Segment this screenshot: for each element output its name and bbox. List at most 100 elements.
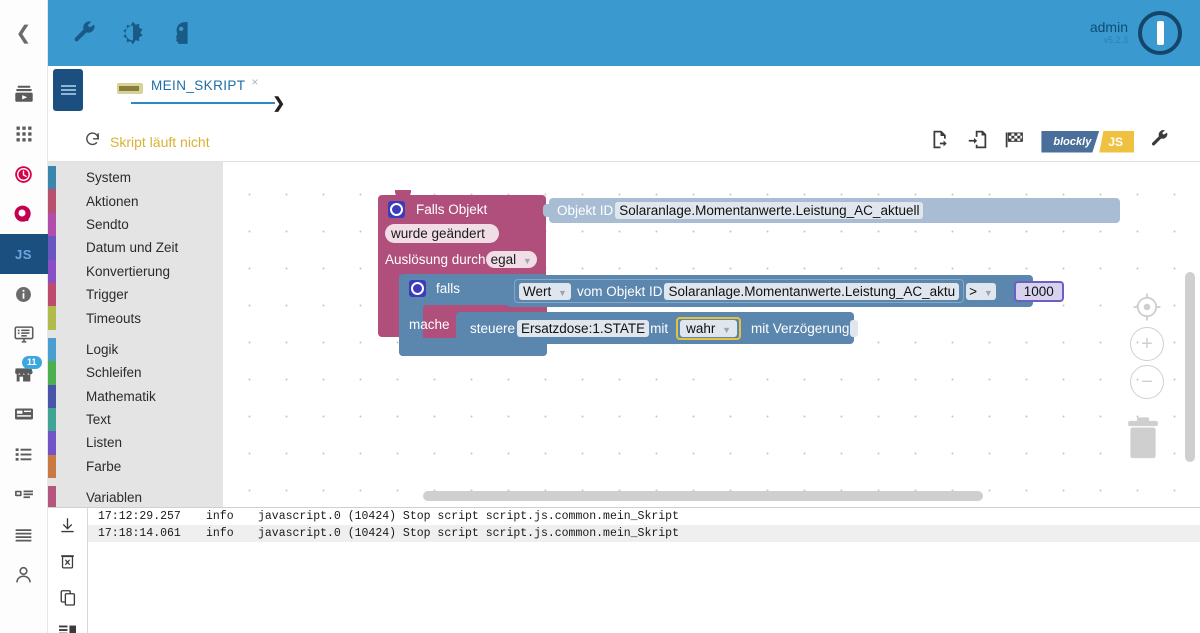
toolbox-category-konvertierung[interactable]: Konvertierung [48, 259, 223, 283]
trigger-block-notch [395, 190, 411, 197]
checkered-flag-icon[interactable] [1004, 129, 1025, 155]
workspace-trash[interactable] [1122, 415, 1164, 466]
sidebar-item-enums[interactable] [0, 474, 48, 514]
chevron-down-icon: ▼ [722, 324, 732, 335]
settings-wrench-icon[interactable] [1150, 129, 1170, 154]
zoom-in-label: + [1141, 332, 1153, 355]
condition-compare-block[interactable]: Wert ▼ vom Objekt ID Solaranlage.Momenta… [506, 275, 1064, 307]
zoom-in-button[interactable]: + [1130, 327, 1164, 361]
sidebar-item-logs[interactable] [0, 514, 48, 554]
toolbox-category-logik[interactable]: Logik [48, 337, 223, 362]
log-row[interactable]: 17:12:29.257 info javascript.0 (10424) S… [88, 508, 1200, 525]
sidebar-item-search-circle[interactable] [0, 194, 48, 234]
topbar-user-area: admin v5.2.3 [1090, 11, 1182, 55]
category-color-swatch [48, 431, 56, 455]
sidebar-item-objects-list[interactable] [0, 434, 48, 474]
toolbox-category-farbe[interactable]: Farbe [48, 454, 223, 479]
trash-icon [1128, 417, 1158, 459]
category-color-swatch [48, 361, 56, 385]
if-label: falls [436, 281, 461, 296]
blockly-toolbox: System Aktionen Sendto Datum und Zeit Ko… [48, 162, 223, 507]
toolbox-category-mathematik[interactable]: Mathematik [48, 384, 223, 408]
toolbox-category-system[interactable]: System [48, 166, 223, 190]
zoom-out-button[interactable]: − [1130, 365, 1164, 399]
condition-object-id[interactable]: Solaranlage.Momentanwerte.Leistung_AC_ak… [664, 282, 960, 300]
trigger-source-value[interactable]: egal ▼ [485, 251, 537, 268]
category-label: Timeouts [86, 310, 142, 326]
category-label: Aktionen [86, 193, 139, 209]
action-block[interactable]: steuere Ersatzdose:1.STATE mit wahr ▼ mi… [456, 312, 859, 344]
export-icon[interactable] [930, 129, 951, 155]
condition-prefix: vom Objekt ID [576, 283, 663, 299]
bool-value-highlight[interactable]: wahr ▼ [676, 316, 742, 340]
sidebar-item-tiles-play[interactable] [0, 74, 48, 114]
category-label: Text [86, 412, 111, 428]
log-time: 17:12:29.257 [98, 510, 181, 523]
workspace-hscrollbar[interactable] [423, 491, 983, 501]
layout-icon[interactable] [58, 624, 77, 633]
topbar-icon-group [72, 20, 194, 46]
log-message: javascript.0 (10424) Stop script script.… [258, 510, 679, 523]
sidebar-item-adapters-store[interactable]: 11 [0, 354, 48, 394]
toolbox-category-listen[interactable]: Listen [48, 431, 223, 455]
download-icon[interactable] [59, 516, 76, 540]
sidebar-item-instances[interactable] [0, 394, 48, 434]
toolbox-category-aktionen[interactable]: Aktionen [48, 189, 223, 213]
blockly-workspace[interactable]: Falls Objekt Objekt ID Solaranlage.Momen… [223, 162, 1200, 507]
object-id-value[interactable]: Solaranlage.Momentanwerte.Leistung_AC_ak… [615, 202, 924, 219]
toolbox-category-datum-und-zeit[interactable]: Datum und Zeit [48, 236, 223, 260]
toolbox-category-text[interactable]: Text [48, 407, 223, 432]
category-label: Schleifen [86, 365, 142, 381]
condition-mode[interactable]: Wert ▼ [519, 282, 571, 300]
object-id-input-block[interactable]: Objekt ID Solaranlage.Momentanwerte.Leis… [549, 198, 1120, 223]
sidebar-item-javascript[interactable]: JS [0, 234, 48, 274]
sidebar-item-monitor-list[interactable] [0, 314, 48, 354]
sidebar-item-users[interactable] [0, 554, 48, 594]
trigger-event-value[interactable]: wurde geändert [385, 224, 499, 243]
contrast-icon[interactable] [120, 20, 146, 46]
logo-bar [1156, 21, 1164, 45]
toolbox-category-trigger[interactable]: Trigger [48, 282, 223, 307]
toolbox-category-variablen[interactable]: Variablen [48, 486, 223, 507]
action-target[interactable]: Ersatzdose:1.STATE [517, 319, 650, 337]
js-mode-label[interactable]: JS [1099, 130, 1134, 153]
condition-number-value[interactable]: 1000 [1013, 280, 1064, 302]
gear-icon[interactable] [388, 201, 405, 218]
expert-head-icon[interactable] [168, 20, 194, 46]
toolbox-category-sendto[interactable]: Sendto [48, 212, 223, 237]
blockly-js-toggle[interactable]: blockly JS [1041, 130, 1134, 153]
wrench-icon[interactable] [72, 20, 98, 46]
close-icon[interactable]: × [251, 75, 258, 89]
sidebar-item-history-clock[interactable] [0, 154, 48, 194]
copy-icon[interactable] [59, 588, 77, 612]
trigger-title: Falls Objekt [416, 202, 488, 217]
trigger-event-field[interactable]: wurde geändert [385, 224, 499, 243]
log-row[interactable]: 17:18:14.061 info javascript.0 (10424) S… [88, 525, 1200, 542]
reload-icon[interactable] [84, 131, 101, 153]
sidebar-item-apps-grid[interactable] [0, 114, 48, 154]
action-bool-value[interactable]: wahr ▼ [680, 319, 738, 337]
log-panel: 17:12:29.257 info javascript.0 (10424) S… [48, 507, 1200, 633]
action-delay-value[interactable] [850, 319, 859, 337]
condition-operator[interactable]: > ▼ [966, 282, 996, 300]
iobroker-blockly-editor: ❮ JS 11 admin v5.2.3 MEIN_SKRIPT × ❯ Skr… [0, 0, 1200, 633]
condition-value-block[interactable]: Wert ▼ vom Objekt ID Solaranlage.Momenta… [514, 279, 965, 303]
blockly-mode-label[interactable]: blockly [1041, 130, 1100, 153]
toolbox-category-timeouts[interactable]: Timeouts [48, 306, 223, 330]
trigger-source-label: Auslösung durch [385, 252, 486, 267]
category-label: Konvertierung [86, 263, 171, 279]
workspace-vscrollbar[interactable] [1185, 272, 1195, 462]
object-id-plug [543, 204, 551, 217]
sidebar-item-info[interactable] [0, 274, 48, 314]
info-icon [16, 286, 31, 302]
trash-x-icon[interactable] [59, 552, 76, 576]
script-run-status: Skript läuft nicht [84, 131, 210, 153]
workspace-center-button[interactable] [1130, 290, 1164, 329]
hamburger-menu-icon[interactable] [53, 69, 83, 111]
do-label: mache [409, 317, 450, 332]
toolbox-category-schleifen[interactable]: Schleifen [48, 361, 223, 385]
import-icon[interactable] [967, 129, 988, 155]
tab-mein-skript[interactable]: MEIN_SKRIPT × [117, 75, 275, 104]
gear-icon[interactable] [409, 280, 426, 297]
sidebar-collapse-button[interactable]: ❮ [0, 0, 48, 66]
